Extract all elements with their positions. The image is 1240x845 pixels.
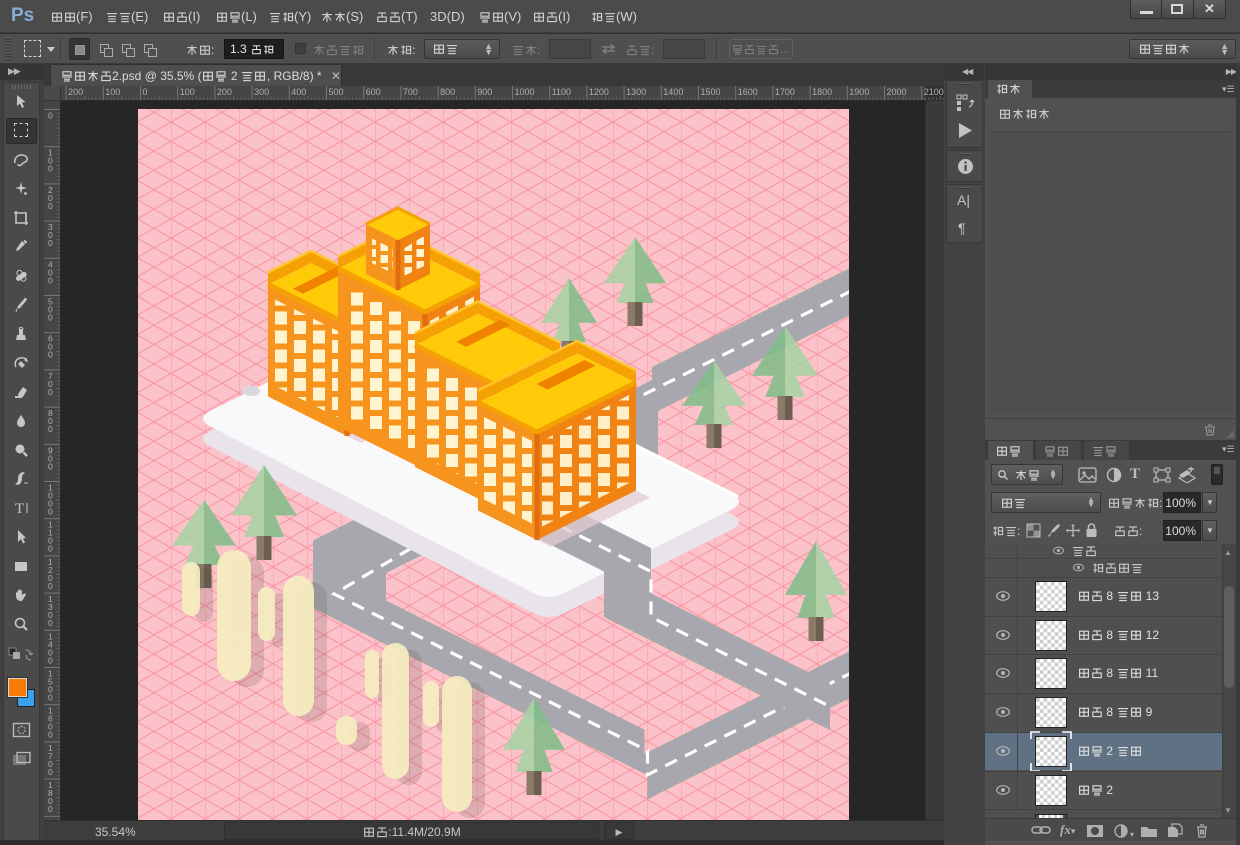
svg-text:1200: 1200 (589, 87, 609, 97)
svg-text:1700: 1700 (775, 87, 795, 97)
svg-text:1000: 1000 (515, 87, 535, 97)
svg-text:100: 100 (180, 87, 195, 97)
svg-text:2100: 2100 (924, 87, 944, 97)
svg-text:0: 0 (48, 655, 53, 665)
svg-text:0: 0 (48, 238, 53, 248)
svg-text:0: 0 (48, 544, 53, 554)
svg-text:0: 0 (48, 275, 53, 285)
svg-text:1100: 1100 (552, 87, 571, 97)
svg-text:0: 0 (48, 461, 53, 471)
svg-text:0: 0 (48, 424, 53, 434)
svg-text:600: 600 (366, 87, 381, 97)
svg-text:0: 0 (48, 581, 53, 591)
svg-text:0: 0 (48, 507, 53, 517)
svg-text:400: 400 (291, 87, 306, 97)
svg-text:0: 0 (48, 313, 53, 323)
svg-text:1500: 1500 (701, 87, 721, 97)
svg-text:100: 100 (105, 87, 120, 97)
svg-text:800: 800 (440, 87, 455, 97)
svg-text:1400: 1400 (663, 87, 683, 97)
svg-text:500: 500 (329, 87, 344, 97)
svg-text:2000: 2000 (887, 87, 907, 97)
svg-text:0: 0 (48, 693, 53, 703)
svg-text:0: 0 (48, 350, 53, 360)
svg-text:0: 0 (48, 201, 53, 211)
svg-text:300: 300 (254, 87, 269, 97)
svg-text:0: 0 (48, 618, 53, 628)
svg-text:0: 0 (48, 730, 53, 740)
svg-text:0: 0 (143, 87, 148, 97)
svg-text:1800: 1800 (812, 87, 832, 97)
svg-text:0: 0 (48, 111, 53, 121)
svg-text:900: 900 (477, 87, 492, 97)
svg-text:0: 0 (48, 767, 53, 777)
svg-text:200: 200 (217, 87, 232, 97)
svg-text:1600: 1600 (738, 87, 758, 97)
svg-text:1300: 1300 (626, 87, 646, 97)
svg-text:0: 0 (48, 804, 53, 814)
svg-text:0: 0 (48, 387, 53, 397)
svg-text:T: T (15, 501, 24, 516)
svg-text:0: 0 (48, 164, 53, 174)
svg-text:700: 700 (403, 87, 418, 97)
svg-text:200: 200 (68, 87, 83, 97)
svg-text:1900: 1900 (849, 87, 869, 97)
